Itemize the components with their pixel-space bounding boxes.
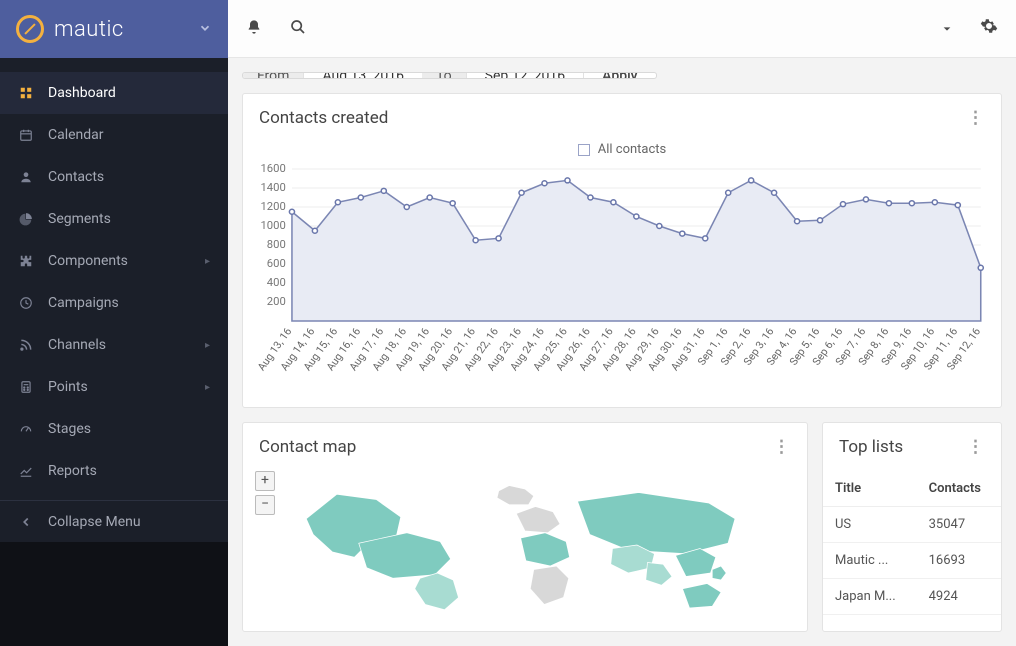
top-lists-title: Top lists <box>839 437 903 457</box>
world-map[interactable] <box>255 475 795 615</box>
to-date-input[interactable]: Sep 12, 2016 <box>466 72 584 79</box>
top-lists-col-title[interactable]: Title <box>823 471 917 507</box>
collapse-menu-label: Collapse Menu <box>48 514 141 530</box>
sidebar-item-label: Calendar <box>48 127 104 143</box>
linechart-icon <box>18 464 34 478</box>
from-date-input[interactable]: Aug 13, 2016 <box>303 72 422 79</box>
chevron-left-icon <box>18 515 34 529</box>
top-lists-row[interactable]: US35047 <box>823 507 1001 543</box>
brand-area[interactable]: mautic <box>0 0 228 58</box>
user-dropdown-caret-icon[interactable] <box>942 19 952 38</box>
contacts-created-more-icon[interactable]: ⋮ <box>967 108 985 128</box>
chevron-right-icon: ▸ <box>205 256 210 267</box>
top-lists-row[interactable]: Mautic ...16693 <box>823 543 1001 579</box>
to-label: To <box>422 72 466 79</box>
puzzle-icon <box>18 254 34 268</box>
svg-text:1400: 1400 <box>260 181 285 194</box>
sidebar-item-components[interactable]: Components ▸ <box>0 240 228 282</box>
contacts-created-chart: 2004006008001000120014001600Aug 13, 16Au… <box>253 163 991 393</box>
calculator-icon <box>18 380 34 394</box>
brand-wordmark: mautic <box>54 17 124 42</box>
clock-icon <box>18 296 34 310</box>
svg-text:600: 600 <box>267 257 286 270</box>
user-icon <box>18 170 34 184</box>
legend-label: All contacts <box>598 142 667 157</box>
top-lists-col-contacts[interactable]: Contacts <box>917 471 1001 507</box>
top-lists-more-icon[interactable]: ⋮ <box>967 437 985 457</box>
chart-legend[interactable]: All contacts <box>253 142 991 157</box>
sidebar-item-reports[interactable]: Reports <box>0 450 228 492</box>
topbar <box>228 0 1016 58</box>
contacts-created-title: Contacts created <box>259 108 388 128</box>
chevron-right-icon: ▸ <box>205 382 210 393</box>
calendar-icon <box>18 128 34 142</box>
from-label: From <box>243 72 303 79</box>
mautic-logo-icon <box>16 15 44 43</box>
svg-text:400: 400 <box>267 276 286 289</box>
grid-icon <box>18 86 34 100</box>
contact-map-title: Contact map <box>259 437 356 457</box>
sidebar-item-label: Points <box>48 379 88 395</box>
sidebar-item-contacts[interactable]: Contacts <box>0 156 228 198</box>
sidebar-item-channels[interactable]: Channels ▸ <box>0 324 228 366</box>
brand-menu-chevron-down-icon[interactable] <box>198 19 212 40</box>
svg-text:1600: 1600 <box>260 163 285 175</box>
top-lists-row-contacts: 16693 <box>917 543 1001 579</box>
sidebar-item-dashboard[interactable]: Dashboard <box>0 72 228 114</box>
svg-text:800: 800 <box>267 238 286 251</box>
top-lists-row[interactable]: Japan M...4924 <box>823 579 1001 615</box>
sidebar-item-stages[interactable]: Stages <box>0 408 228 450</box>
sidebar: Dashboard Calendar Contacts Segments Compone… <box>0 58 228 646</box>
map-zoom-in-button[interactable]: + <box>255 471 275 491</box>
contact-map-more-icon[interactable]: ⋮ <box>773 437 791 457</box>
gauge-icon <box>18 422 34 436</box>
sidebar-item-label: Dashboard <box>48 85 116 101</box>
top-lists-card: Top lists ⋮ Title Contacts US35047Mautic… <box>822 422 1002 632</box>
sidebar-item-label: Components <box>48 253 128 269</box>
settings-gear-icon[interactable] <box>980 17 998 40</box>
sidebar-item-label: Segments <box>48 211 111 227</box>
legend-swatch-icon <box>578 144 590 156</box>
top-lists-row-contacts: 35047 <box>917 507 1001 543</box>
sidebar-item-label: Reports <box>48 463 97 479</box>
apply-button[interactable]: Apply <box>583 72 655 79</box>
svg-text:200: 200 <box>267 295 286 308</box>
sidebar-item-calendar[interactable]: Calendar <box>0 114 228 156</box>
search-icon[interactable] <box>290 19 306 39</box>
svg-text:1200: 1200 <box>260 200 285 213</box>
contacts-created-card: Contacts created ⋮ All contacts 200 400 60… <box>242 93 1002 408</box>
sidebar-item-label: Stages <box>48 421 91 437</box>
chevron-right-icon: ▸ <box>205 340 210 351</box>
sidebar-item-segments[interactable]: Segments <box>0 198 228 240</box>
contact-map-card: Contact map ⋮ + − <box>242 422 808 632</box>
sidebar-item-points[interactable]: Points ▸ <box>0 366 228 408</box>
sidebar-item-label: Campaigns <box>48 295 119 311</box>
top-lists-row-title: Japan M... <box>823 579 917 615</box>
notifications-bell-icon[interactable] <box>246 19 262 39</box>
top-lists-row-title: US <box>823 507 917 543</box>
sidebar-item-label: Channels <box>48 337 106 353</box>
map-zoom-out-button[interactable]: − <box>255 495 275 515</box>
top-lists-row-title: Mautic ... <box>823 543 917 579</box>
main-content: From Aug 13, 2016 To Sep 12, 2016 Apply … <box>228 58 1016 646</box>
svg-text:1000: 1000 <box>260 219 285 232</box>
piechart-icon <box>18 212 34 226</box>
sidebar-item-campaigns[interactable]: Campaigns <box>0 282 228 324</box>
rss-icon <box>18 338 34 352</box>
top-lists-row-contacts: 4924 <box>917 579 1001 615</box>
date-range-picker: From Aug 13, 2016 To Sep 12, 2016 Apply <box>242 72 657 79</box>
collapse-menu-button[interactable]: Collapse Menu <box>0 500 228 542</box>
sidebar-item-label: Contacts <box>48 169 104 185</box>
